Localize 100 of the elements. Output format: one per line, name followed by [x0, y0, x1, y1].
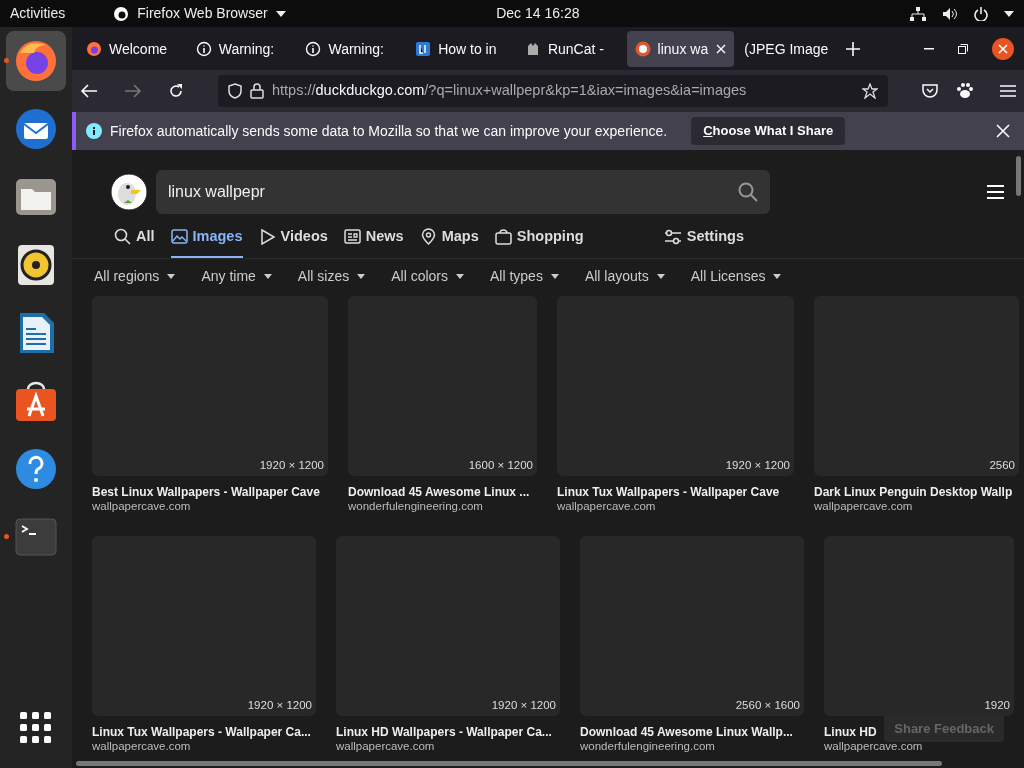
search-icon[interactable]	[738, 182, 758, 202]
image-placeholder[interactable]: 1920 × 1200	[557, 295, 794, 476]
result-title[interactable]: Linux Tux Wallpapers - Wallpaper Ca...	[92, 724, 311, 740]
result-title[interactable]: Download 45 Awesome Linux Wallp...	[580, 724, 793, 740]
image-placeholder[interactable]: 2560 × 1600	[580, 535, 804, 716]
shopping-bag-icon	[14, 379, 58, 423]
caret-icon[interactable]	[1004, 10, 1014, 17]
filter-dropdown[interactable]: All colors	[391, 265, 464, 287]
browser-tab[interactable]: RunCat -	[516, 31, 625, 67]
browser-tab[interactable]: Welcome	[78, 31, 186, 67]
result-title[interactable]: Linux HD	[824, 724, 877, 740]
help-icon	[14, 447, 58, 491]
search-tab[interactable]: All	[114, 226, 155, 258]
filter-dropdown[interactable]: All regions	[94, 265, 176, 287]
image-size: 1600 × 1200	[468, 457, 533, 473]
vertical-scrollbar[interactable]	[1016, 156, 1021, 196]
new-tab-icon[interactable]	[846, 42, 861, 56]
result-source[interactable]: wallpapercave.com	[814, 500, 913, 514]
minimize-icon[interactable]	[924, 48, 935, 50]
duck-logo[interactable]	[110, 173, 148, 211]
url-text: https://duckduckgo.com/?q=linux+wallpepr&kp=1&iax=images&ia=images	[272, 81, 747, 101]
activities-button[interactable]: Activities	[10, 3, 66, 24]
site-icon	[415, 41, 432, 57]
search-tab[interactable]: Videos	[258, 226, 328, 258]
reload-icon[interactable]	[168, 83, 184, 99]
result-title[interactable]: Best Linux Wallpapers - Wallpaper Cave	[92, 484, 320, 500]
choose-what-i-share-button[interactable]: Choose What I Share	[691, 117, 846, 145]
image-placeholder[interactable]: 1920 × 1200	[92, 535, 316, 716]
result-source[interactable]: wallpapercave.com	[824, 740, 923, 755]
image-placeholder[interactable]: 1920 × 1200	[336, 535, 560, 716]
browser-tab[interactable]: How to in	[407, 31, 515, 67]
play-icon	[258, 228, 276, 246]
result-source[interactable]: wallpapercave.com	[557, 500, 656, 514]
result-source[interactable]: wonderfulengineering.com	[580, 740, 715, 755]
search-tab[interactable]: Shopping	[494, 226, 584, 258]
dock-item[interactable]	[6, 31, 66, 91]
caret-icon	[456, 273, 464, 279]
search-tab[interactable]: Images	[170, 226, 243, 258]
close-icon[interactable]	[716, 44, 727, 54]
image-placeholder[interactable]: 1920	[824, 535, 1014, 716]
caret-icon	[773, 273, 782, 279]
lock-icon[interactable]	[250, 83, 264, 99]
forward-icon[interactable]	[124, 84, 142, 98]
image-placeholder[interactable]: 2560	[814, 295, 1019, 476]
image-size: 1920	[984, 697, 1010, 713]
star-icon[interactable]	[862, 83, 878, 99]
result-source[interactable]: wallpapercave.com	[92, 740, 191, 755]
menu-icon[interactable]	[1000, 85, 1016, 97]
result-title[interactable]: Linux HD Wallpapers - Wallpaper Ca...	[336, 724, 552, 740]
close-window-icon[interactable]	[992, 38, 1015, 60]
power-icon[interactable]	[974, 6, 988, 21]
back-icon[interactable]	[80, 84, 98, 98]
app-menu[interactable]: Firefox Web Browser	[113, 3, 286, 24]
restore-icon[interactable]	[958, 44, 969, 54]
filter-dropdown[interactable]: All Licenses	[690, 265, 782, 287]
image-size: 2560	[989, 457, 1015, 473]
settings-link[interactable]: Settings	[663, 226, 744, 258]
filter-dropdown[interactable]: Any time	[201, 265, 272, 287]
search-icon	[114, 228, 131, 246]
volume-icon[interactable]	[942, 6, 958, 21]
pocket-icon[interactable]	[922, 84, 938, 98]
mail-icon	[14, 107, 58, 151]
search-field[interactable]: linux wallpepr	[156, 170, 770, 214]
close-icon[interactable]	[996, 124, 1010, 138]
network-icon[interactable]	[910, 6, 926, 21]
caret-icon	[656, 273, 665, 279]
result-title[interactable]: Download 45 Awesome Linux ...	[348, 484, 530, 500]
result-source[interactable]: wallpapercave.com	[92, 500, 191, 514]
menu-icon[interactable]	[987, 185, 1004, 199]
clock[interactable]: Dec 14 16:28	[496, 3, 580, 24]
address-bar[interactable]: https://duckduckgo.com/?q=linux+wallpepr&kp=1&iax=images&ia=images	[218, 75, 888, 107]
image-icon	[170, 228, 188, 246]
search-tab[interactable]: Maps	[419, 226, 479, 258]
horizontal-scrollbar[interactable]	[76, 761, 942, 766]
caret-icon	[275, 10, 286, 17]
notification-text: Firefox automatically sends some data to Mozilla so that we can improve your experience.	[110, 121, 668, 141]
caret-icon	[263, 273, 272, 279]
caret-icon	[357, 273, 366, 279]
info-icon	[195, 41, 212, 57]
image-size: 1920 × 1200	[491, 697, 556, 713]
result-title[interactable]: Linux Tux Wallpapers - Wallpaper Cave	[557, 484, 780, 500]
browser-tab[interactable]: (JPEG Image	[736, 31, 845, 67]
search-tab[interactable]: News	[343, 226, 404, 258]
shopping-bag-icon	[494, 228, 512, 246]
image-placeholder[interactable]: 1600 × 1200	[348, 295, 537, 476]
filter-dropdown[interactable]: All sizes	[297, 265, 366, 287]
result-source[interactable]: wallpapercave.com	[336, 740, 435, 755]
shield-icon[interactable]	[228, 83, 242, 99]
paw-icon[interactable]	[956, 82, 974, 100]
browser-tab[interactable]: linux wa	[626, 31, 735, 67]
result-source[interactable]: wonderfulengineering.com	[348, 500, 483, 514]
image-placeholder[interactable]: 1920 × 1200	[92, 295, 328, 476]
browser-tab[interactable]: Warning:	[297, 31, 406, 67]
image-size: 2560 × 1600	[735, 697, 800, 713]
image-size: 1920 × 1200	[725, 457, 790, 473]
filter-dropdown[interactable]: All types	[490, 265, 559, 287]
caret-icon	[550, 273, 559, 279]
result-title[interactable]: Dark Linux Penguin Desktop Wallp	[814, 484, 1013, 500]
filter-dropdown[interactable]: All layouts	[584, 265, 665, 287]
browser-tab[interactable]: Warning:	[187, 31, 296, 67]
